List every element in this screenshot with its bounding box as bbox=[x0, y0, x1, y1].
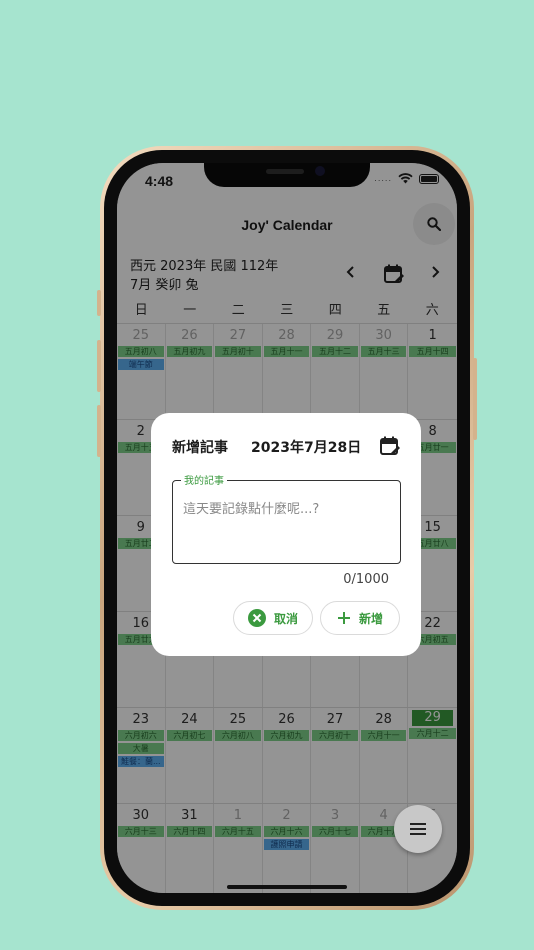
phone-volume-up bbox=[97, 340, 101, 392]
note-placeholder: 這天要記錄點什麼呢...? bbox=[183, 502, 320, 517]
cancel-label: 取消 bbox=[273, 611, 298, 626]
close-circle-icon bbox=[247, 609, 266, 627]
home-indicator bbox=[227, 885, 347, 889]
add-button[interactable]: 新增 bbox=[320, 601, 400, 635]
phone-power-button bbox=[473, 358, 477, 440]
add-note-dialog: 新增記事 2023年7月28日 我的記事 這天要記錄點什麼呢...? 0/100… bbox=[151, 413, 421, 656]
note-input[interactable]: 我的記事 這天要記錄點什麼呢...? bbox=[172, 472, 401, 564]
calendar-edit-icon[interactable] bbox=[379, 435, 401, 457]
dialog-date: 2023年7月28日 bbox=[251, 440, 362, 456]
plus-icon bbox=[337, 612, 350, 624]
phone-volume-down bbox=[97, 405, 101, 457]
cancel-button[interactable]: 取消 bbox=[233, 601, 313, 635]
menu-fab[interactable] bbox=[394, 805, 442, 853]
dialog-title: 新增記事 bbox=[172, 440, 228, 456]
add-label: 新增 bbox=[358, 611, 383, 626]
note-field-label: 我的記事 bbox=[181, 472, 227, 487]
phone-silent-switch bbox=[97, 290, 101, 316]
char-counter: 0/1000 bbox=[343, 572, 389, 587]
menu-icon bbox=[410, 823, 426, 835]
